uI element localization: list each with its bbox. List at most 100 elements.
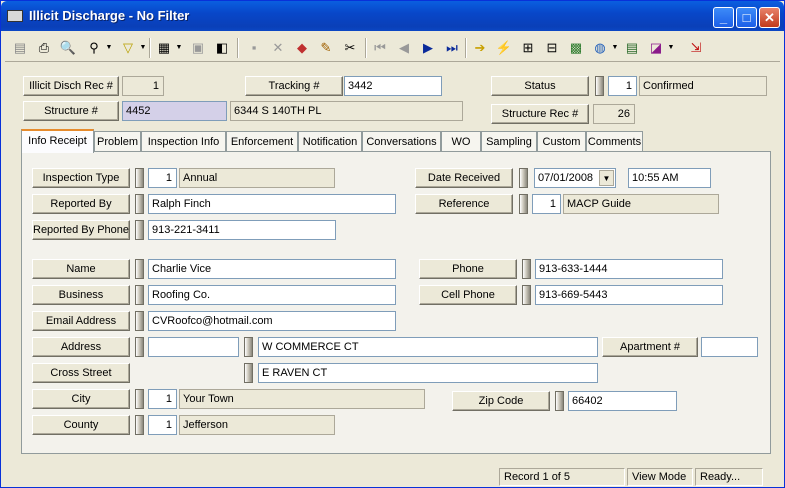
reference-lookup-marker[interactable] [519, 194, 528, 214]
address-button[interactable]: Address [32, 337, 130, 357]
tab-conversations[interactable]: Conversations [362, 131, 441, 152]
book-dropdown[interactable]: ▼ [667, 37, 675, 59]
name-button[interactable]: Name [32, 259, 130, 279]
name-field[interactable]: Charlie Vice [148, 259, 396, 279]
illicit-disch-rec-button[interactable]: Illicit Disch Rec # [23, 76, 119, 96]
chevron-down-icon[interactable]: ▼ [599, 170, 614, 186]
binoculars-icon[interactable]: ⚲ [83, 37, 105, 59]
pencil-icon[interactable]: ✎ [315, 37, 337, 59]
apartment-button[interactable]: Apartment # [602, 337, 698, 357]
tab-notification[interactable]: Notification [298, 131, 362, 152]
go-arrow-icon[interactable]: ➔ [469, 37, 491, 59]
report-icon[interactable]: ▦ [153, 37, 175, 59]
business-marker[interactable] [135, 285, 144, 305]
reported-by-phone-marker[interactable] [135, 220, 144, 240]
globe-icon[interactable]: ◍ [589, 37, 611, 59]
scissors-icon[interactable]: ✂ [339, 37, 361, 59]
tab-inspection-info[interactable]: Inspection Info [141, 131, 226, 152]
cross-street-lookup-marker[interactable] [244, 363, 253, 383]
tab-info-receipt[interactable]: Info Receipt [21, 129, 94, 153]
address-street-field[interactable]: W COMMERCE CT [258, 337, 598, 357]
lightning-icon[interactable]: ⚡ [493, 37, 515, 59]
print-icon[interactable]: ⎙ [33, 37, 55, 59]
tab-enforcement[interactable]: Enforcement [226, 131, 298, 152]
phone-marker[interactable] [522, 259, 531, 279]
tab-problem[interactable]: Problem [94, 131, 141, 152]
address-street-lookup-marker[interactable] [244, 337, 253, 357]
business-field[interactable]: Roofing Co. [148, 285, 396, 305]
reported-by-marker[interactable] [135, 194, 144, 214]
print-preview-icon[interactable]: 🔍 [57, 37, 79, 59]
zip-code-marker[interactable] [555, 391, 564, 411]
zip-code-field[interactable]: 66402 [568, 391, 677, 411]
new-record-icon[interactable]: ▤ [9, 37, 31, 59]
paste-form-icon[interactable]: ◧ [211, 37, 233, 59]
business-button[interactable]: Business [32, 285, 130, 305]
first-record-icon[interactable]: ⏮ [369, 37, 391, 59]
phone-button[interactable]: Phone [419, 259, 517, 279]
minimize-button[interactable]: _ [713, 7, 734, 28]
status-lookup-marker[interactable] [595, 76, 604, 96]
inspection-type-button[interactable]: Inspection Type [32, 168, 130, 188]
apartment-field[interactable] [701, 337, 758, 357]
inspection-type-code-field[interactable]: 1 [148, 168, 177, 188]
email-address-marker[interactable] [135, 311, 144, 331]
county-button[interactable]: County [32, 415, 130, 435]
cell-phone-marker[interactable] [522, 285, 531, 305]
address-number-field[interactable] [148, 337, 239, 357]
tab-comments[interactable]: Comments [586, 131, 643, 152]
zip-code-button[interactable]: Zip Code [452, 391, 550, 411]
copy-form-icon[interactable]: ▣ [187, 37, 209, 59]
tree-icon[interactable]: ⊞ [517, 37, 539, 59]
org-chart-icon[interactable]: ⊟ [541, 37, 563, 59]
status-code-field[interactable]: 1 [608, 76, 637, 96]
filter-dropdown[interactable]: ▼ [139, 37, 147, 59]
cell-phone-field[interactable]: 913-669-5443 [535, 285, 723, 305]
title-bar[interactable]: Illicit Discharge - No Filter _ □ ✕ [1, 1, 784, 31]
city-lookup-marker[interactable] [135, 389, 144, 409]
filter-icon[interactable]: ▽ [117, 37, 139, 59]
map-icon[interactable]: ▩ [565, 37, 587, 59]
reported-by-phone-button[interactable]: Reported By Phone [32, 220, 130, 240]
report-dropdown[interactable]: ▼ [175, 37, 183, 59]
reported-by-phone-field[interactable]: 913-221-3411 [148, 220, 336, 240]
structure-rec-button[interactable]: Structure Rec # [491, 104, 589, 124]
globe-dropdown[interactable]: ▼ [611, 37, 619, 59]
status-button[interactable]: Status [491, 76, 589, 96]
email-address-field[interactable]: CVRoofco@hotmail.com [148, 311, 396, 331]
previous-record-icon[interactable]: ◀ [393, 37, 415, 59]
maximize-button[interactable]: □ [736, 7, 757, 28]
inspection-type-lookup-marker[interactable] [135, 168, 144, 188]
tracking-button[interactable]: Tracking # [245, 76, 343, 96]
time-received-field[interactable]: 10:55 AM [628, 168, 711, 188]
email-address-button[interactable]: Email Address [32, 311, 130, 331]
city-code-field[interactable]: 1 [148, 389, 177, 409]
tab-custom[interactable]: Custom [537, 131, 586, 152]
structure-button[interactable]: Structure # [23, 101, 119, 121]
phone-field[interactable]: 913-633-1444 [535, 259, 723, 279]
date-received-marker[interactable] [519, 168, 528, 188]
close-button[interactable]: ✕ [759, 7, 780, 28]
structure-field[interactable]: 4452 [122, 101, 227, 121]
palette-icon[interactable]: ◆ [291, 37, 313, 59]
cross-street-field[interactable]: E RAVEN CT [258, 363, 598, 383]
county-code-field[interactable]: 1 [148, 415, 177, 435]
delete-icon[interactable]: ✕ [267, 37, 289, 59]
reference-code-field[interactable]: 1 [532, 194, 561, 214]
county-lookup-marker[interactable] [135, 415, 144, 435]
address-marker[interactable] [135, 337, 144, 357]
date-received-dropdown[interactable]: 07/01/2008 ▼ [534, 168, 616, 188]
last-record-icon[interactable]: ⏭ [441, 37, 463, 59]
book-icon[interactable]: ◪ [645, 37, 667, 59]
cross-street-button[interactable]: Cross Street [32, 363, 130, 383]
tab-wo[interactable]: WO [441, 131, 481, 152]
tab-sampling[interactable]: Sampling [481, 131, 537, 152]
city-button[interactable]: City [32, 389, 130, 409]
cell-phone-button[interactable]: Cell Phone [419, 285, 517, 305]
reported-by-button[interactable]: Reported By [32, 194, 130, 214]
save-icon[interactable]: ▪ [243, 37, 265, 59]
reported-by-field[interactable]: Ralph Finch [148, 194, 396, 214]
name-marker[interactable] [135, 259, 144, 279]
exit-icon[interactable]: ⇲ [685, 37, 707, 59]
reference-button[interactable]: Reference [415, 194, 513, 214]
